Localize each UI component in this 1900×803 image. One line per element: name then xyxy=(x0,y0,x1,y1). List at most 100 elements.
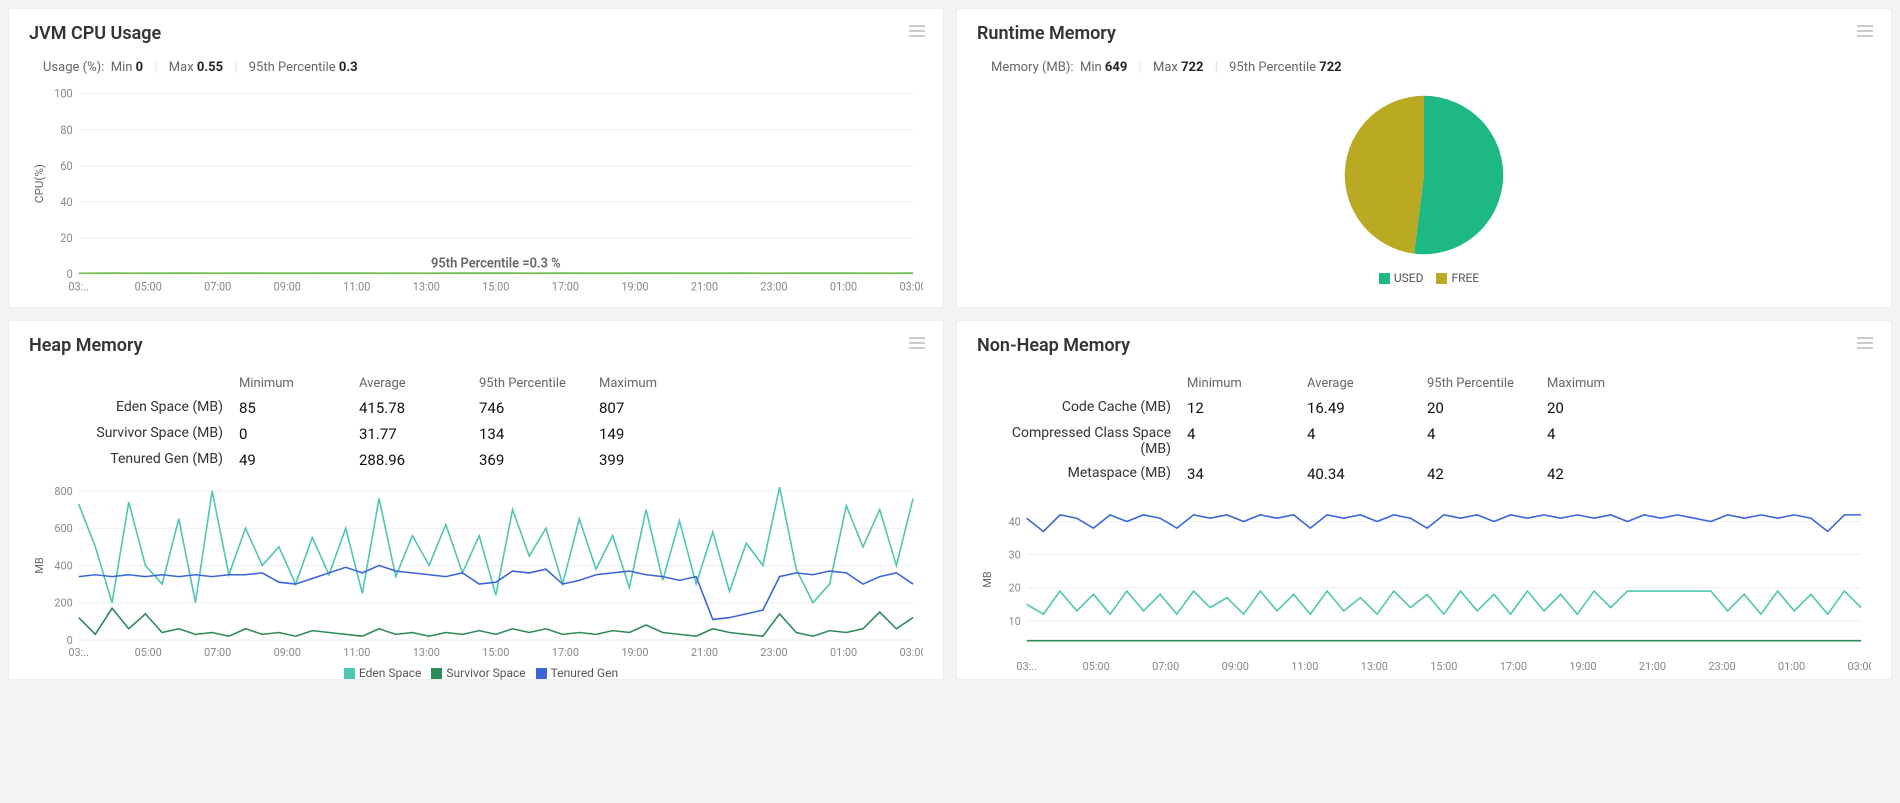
p95-label: 95th Percentile xyxy=(249,60,336,75)
svg-text:20: 20 xyxy=(60,232,72,245)
svg-text:200: 200 xyxy=(54,597,72,610)
svg-text:100: 100 xyxy=(54,87,72,100)
svg-text:15:00: 15:00 xyxy=(482,280,509,293)
svg-text:01:00: 01:00 xyxy=(830,646,857,659)
cell-value: 34 xyxy=(1187,461,1297,487)
col-header: 95th Percentile xyxy=(479,372,589,395)
svg-text:95th Percentile =0.3 %: 95th Percentile =0.3 % xyxy=(431,256,561,271)
svg-text:17:00: 17:00 xyxy=(552,646,579,659)
panel-title: Runtime Memory xyxy=(977,23,1871,44)
legend-swatch-used xyxy=(1379,273,1390,284)
cell-value: 42 xyxy=(1427,461,1537,487)
svg-text:60: 60 xyxy=(60,159,72,172)
stats-label: Memory (MB): xyxy=(991,60,1074,75)
panel-jvm-cpu: JVM CPU Usage Usage (%): Min 0 | Max 0.5… xyxy=(8,8,944,308)
nonheap-stats-table: MinimumAverage95th PercentileMaximumCode… xyxy=(977,372,1871,487)
svg-text:03:..: 03:.. xyxy=(68,280,89,293)
svg-text:19:00: 19:00 xyxy=(621,280,648,293)
svg-text:09:00: 09:00 xyxy=(274,280,301,293)
panel-menu-icon[interactable] xyxy=(1857,337,1873,349)
heap-chart[interactable]: 0200400600800MB03:..05:0007:0009:0011:00… xyxy=(29,483,923,662)
svg-text:23:00: 23:00 xyxy=(760,280,787,293)
cell-value: 4 xyxy=(1547,421,1657,461)
svg-text:10: 10 xyxy=(1008,615,1020,628)
panel-menu-icon[interactable] xyxy=(909,337,925,349)
heap-legend: Eden SpaceSurvivor SpaceTenured Gen xyxy=(29,666,923,680)
svg-text:01:00: 01:00 xyxy=(1778,660,1805,673)
heap-stats-table: MinimumAverage95th PercentileMaximumEden… xyxy=(29,372,923,473)
svg-text:CPU(%): CPU(%) xyxy=(33,164,46,203)
min-label: Min xyxy=(1080,60,1102,75)
svg-text:17:00: 17:00 xyxy=(1500,660,1527,673)
svg-text:05:00: 05:00 xyxy=(135,280,162,293)
min-label: Min xyxy=(111,60,133,75)
legend-swatch xyxy=(344,668,355,679)
svg-text:21:00: 21:00 xyxy=(691,280,718,293)
panel-runtime-memory: Runtime Memory Memory (MB): Min 649 | Ma… xyxy=(956,8,1892,308)
panel-title: Non-Heap Memory xyxy=(977,335,1871,356)
cell-value: 4 xyxy=(1187,421,1297,461)
dashboard-grid: JVM CPU Usage Usage (%): Min 0 | Max 0.5… xyxy=(0,0,1900,688)
svg-text:80: 80 xyxy=(60,123,72,136)
nonheap-chart[interactable]: 10203040MB03:..05:0007:0009:0011:0013:00… xyxy=(977,497,1871,676)
svg-text:MB: MB xyxy=(33,557,46,574)
svg-text:05:00: 05:00 xyxy=(135,646,162,659)
col-header: Maximum xyxy=(1547,372,1657,395)
legend-used: USED xyxy=(1394,271,1424,285)
svg-text:11:00: 11:00 xyxy=(343,280,370,293)
panel-heap-memory: Heap Memory MinimumAverage95th Percentil… xyxy=(8,320,944,680)
svg-text:30: 30 xyxy=(1008,549,1020,562)
svg-text:21:00: 21:00 xyxy=(1639,660,1666,673)
row-label: Eden Space (MB) xyxy=(29,395,229,421)
cell-value: 12 xyxy=(1187,395,1297,421)
cell-value: 16.49 xyxy=(1307,395,1417,421)
row-label: Survivor Space (MB) xyxy=(29,421,229,447)
panel-title: JVM CPU Usage xyxy=(29,23,923,44)
max-value: 722 xyxy=(1181,60,1203,75)
runtime-pie[interactable]: USED FREE xyxy=(977,85,1871,297)
cell-value: 415.78 xyxy=(359,395,469,421)
cell-value: 42 xyxy=(1547,461,1657,487)
legend-label: Survivor Space xyxy=(446,666,525,680)
legend-label: Tenured Gen xyxy=(551,666,618,680)
cell-value: 4 xyxy=(1307,421,1417,461)
row-label: Code Cache (MB) xyxy=(977,395,1177,421)
panel-menu-icon[interactable] xyxy=(1857,25,1873,37)
cell-value: 149 xyxy=(599,421,709,447)
row-label: Metaspace (MB) xyxy=(977,461,1177,487)
cpu-chart[interactable]: 020406080100CPU(%)03:..05:0007:0009:0011… xyxy=(29,85,923,297)
svg-text:07:00: 07:00 xyxy=(204,646,231,659)
min-value: 0 xyxy=(136,60,143,75)
col-header: 95th Percentile xyxy=(1427,372,1537,395)
cell-value: 85 xyxy=(239,395,349,421)
svg-text:21:00: 21:00 xyxy=(691,646,718,659)
svg-text:09:00: 09:00 xyxy=(274,646,301,659)
panel-menu-icon[interactable] xyxy=(909,25,925,37)
min-value: 649 xyxy=(1105,60,1127,75)
svg-text:0: 0 xyxy=(67,268,73,281)
cell-value: 746 xyxy=(479,395,589,421)
svg-text:40: 40 xyxy=(60,196,72,209)
svg-text:11:00: 11:00 xyxy=(343,646,370,659)
svg-text:23:00: 23:00 xyxy=(760,646,787,659)
svg-text:13:00: 13:00 xyxy=(413,280,440,293)
svg-text:05:00: 05:00 xyxy=(1083,660,1110,673)
svg-text:09:00: 09:00 xyxy=(1222,660,1249,673)
svg-text:03:00: 03:00 xyxy=(1847,660,1871,673)
legend-swatch xyxy=(536,668,547,679)
cell-value: 4 xyxy=(1427,421,1537,461)
cell-value: 20 xyxy=(1427,395,1537,421)
cell-value: 20 xyxy=(1547,395,1657,421)
svg-text:23:00: 23:00 xyxy=(1708,660,1735,673)
svg-text:03:00: 03:00 xyxy=(899,280,923,293)
svg-text:07:00: 07:00 xyxy=(1152,660,1179,673)
max-label: Max xyxy=(169,60,194,75)
legend-swatch xyxy=(431,668,442,679)
pie-legend: USED FREE xyxy=(977,271,1871,285)
svg-text:19:00: 19:00 xyxy=(1569,660,1596,673)
legend-free: FREE xyxy=(1451,271,1479,285)
svg-text:600: 600 xyxy=(54,522,72,535)
svg-text:40: 40 xyxy=(1008,515,1020,528)
cell-value: 49 xyxy=(239,447,349,473)
svg-text:03:..: 03:.. xyxy=(68,646,89,659)
